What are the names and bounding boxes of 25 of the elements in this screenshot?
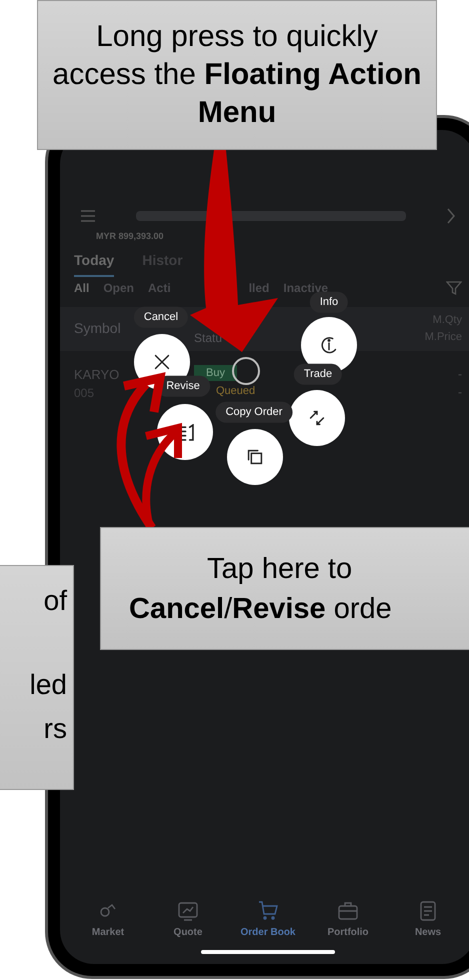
menu-icon (80, 209, 96, 223)
nav-tab[interactable]: Order Book (233, 899, 303, 940)
table-cell-text: Queued (216, 384, 256, 399)
nav-tab[interactable]: Portfolio (313, 899, 383, 940)
table-cell-text: - (458, 366, 462, 382)
center-ring (232, 357, 260, 385)
chevron-right-icon (446, 207, 456, 225)
account-balance: MYR 899,393.00 (96, 230, 165, 243)
action-label: Info (310, 292, 348, 312)
callout-text: rs (44, 712, 67, 746)
action-label: Trade (294, 364, 342, 384)
filter-chip[interactable]: All (74, 278, 90, 296)
callout-text: Tap here to (207, 552, 352, 586)
nav-tab[interactable]: Quote (153, 899, 223, 940)
callout-text: Long press to quickly access the Floating Action Menu (52, 19, 422, 131)
nav-tab[interactable]: Market (73, 899, 143, 940)
nav-tab[interactable]: News (393, 899, 463, 940)
filter-icon (446, 280, 462, 296)
callout-text: of (44, 584, 67, 618)
callout-text: led (30, 668, 67, 702)
action-label: Copy Order (216, 402, 292, 422)
action-label: Cancel (134, 306, 188, 328)
tab[interactable]: Today (74, 250, 114, 276)
table-cell-text: - (458, 384, 462, 400)
callout-text: Cancel/Revise orde (129, 592, 392, 626)
